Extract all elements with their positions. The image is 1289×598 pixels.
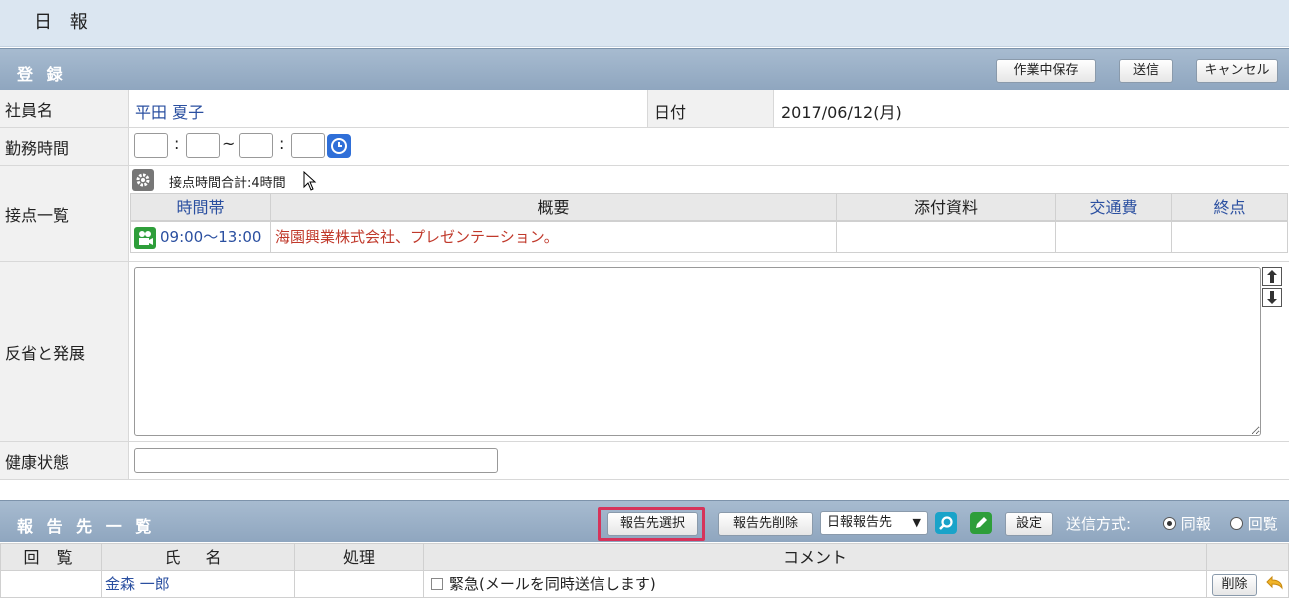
target-name[interactable]: 金森 一郎: [105, 569, 170, 598]
save-draft-button[interactable]: 作業中保存: [996, 59, 1096, 83]
contacts-total: 接点時間合計:4時間: [169, 176, 286, 191]
start-hour-input[interactable]: [134, 133, 168, 158]
date-label: 日付: [654, 103, 687, 122]
report-targets-title: 報 告 先 一 覧: [17, 517, 156, 536]
health-label: 健康状態: [0, 442, 128, 480]
contact-summary[interactable]: 海園興業株式会社、プレゼンテーション。: [275, 222, 559, 252]
reflection-textarea[interactable]: [134, 267, 1261, 436]
col-actions: [1206, 543, 1289, 571]
table-row-process: [294, 570, 424, 598]
title-bar: 日 報: [0, 0, 1289, 47]
radio-broadcast-label: 同報: [1180, 515, 1211, 533]
reflection-label: 反省と発展: [0, 262, 128, 442]
delete-row-button[interactable]: 削除: [1212, 574, 1257, 596]
report-targets-header: 報 告 先 一 覧 報告先選択 報告先削除 日報報告先 ▼ 設定 送信方式: 同…: [0, 500, 1289, 542]
employee-row: 平田 夏子 日付 2017/06/12(月): [128, 90, 1289, 128]
registration-title: 登 録: [17, 65, 67, 84]
camera-icon: [134, 227, 156, 249]
urgent-label: 緊急(メールを同時送信します): [449, 575, 656, 593]
employee-label: 社員名: [0, 90, 128, 128]
registration-header: 登 録 作業中保存 送信 キャンセル: [0, 48, 1289, 90]
col-attachments: 添付資料: [836, 193, 1056, 221]
cancel-button[interactable]: キャンセル: [1196, 59, 1278, 83]
radio-circulate[interactable]: 回覧: [1230, 513, 1278, 534]
send-method-label: 送信方式:: [1066, 515, 1132, 533]
health-row: [128, 442, 1289, 480]
dropdown-arrow-icon: ▼: [912, 516, 921, 529]
urgent-checkbox[interactable]: [431, 578, 443, 590]
mouse-cursor: [303, 170, 317, 195]
contact-time[interactable]: 09:00～13:00: [160, 222, 261, 252]
table-row-actions: 削除: [1206, 570, 1289, 598]
table-row-summary: 海園興業株式会社、プレゼンテーション。: [270, 221, 837, 253]
reflection-row: [128, 262, 1289, 442]
radio-unselected-icon: [1230, 517, 1243, 530]
start-minute-input[interactable]: [186, 133, 220, 158]
employee-name: 平田 夏子: [135, 103, 205, 122]
col-fare[interactable]: 交通費: [1055, 193, 1172, 221]
table-row-circulate: [0, 570, 102, 598]
time-colon: :: [279, 134, 285, 153]
radio-circulate-label: 回覧: [1247, 515, 1278, 533]
radio-broadcast[interactable]: 同報: [1163, 513, 1211, 534]
target-group-select[interactable]: 日報報告先 ▼: [820, 511, 928, 535]
col-process: 処理: [294, 543, 424, 571]
table-row-name: 金森 一郎: [101, 570, 295, 598]
table-row-comment: 緊急(メールを同時送信します): [423, 570, 1207, 598]
undo-icon[interactable]: [1263, 574, 1285, 598]
col-comment: コメント: [423, 543, 1207, 571]
col-end[interactable]: 終点: [1171, 193, 1288, 221]
table-row-attachments: [836, 221, 1056, 253]
collapse-icon[interactable]: [1262, 288, 1282, 307]
end-hour-input[interactable]: [239, 133, 273, 158]
select-target-button[interactable]: 報告先選択: [607, 512, 698, 536]
col-time[interactable]: 時間帯: [130, 193, 271, 221]
date-label-cell: 日付: [647, 90, 774, 127]
contacts-row: 接点時間合計:4時間 時間帯 概要 添付資料 交通費 終点 09:00～13:0…: [128, 166, 1289, 262]
edit-pencil-icon[interactable]: [970, 512, 992, 534]
gear-icon[interactable]: [132, 169, 154, 191]
table-row-fare: [1055, 221, 1172, 253]
delete-target-button[interactable]: 報告先削除: [718, 512, 813, 536]
contacts-label: 接点一覧: [0, 166, 128, 262]
search-icon[interactable]: [935, 512, 957, 534]
target-group-value: 日報報告先: [827, 515, 893, 530]
col-summary: 概要: [270, 193, 837, 221]
page-title: 日 報: [34, 12, 94, 33]
col-circulate: 回 覧: [0, 543, 102, 571]
settings-button[interactable]: 設定: [1005, 512, 1053, 536]
table-row-time: 09:00～13:00: [130, 221, 271, 253]
table-row-end: [1171, 221, 1288, 253]
expand-icon[interactable]: [1262, 267, 1282, 286]
time-colon: :: [174, 134, 180, 153]
col-name: 氏 名: [101, 543, 295, 571]
date-value: 2017/06/12(月): [781, 103, 902, 122]
send-button[interactable]: 送信: [1119, 59, 1173, 83]
worktime-row: : ~ :: [128, 128, 1289, 166]
clock-icon[interactable]: [327, 134, 351, 158]
worktime-label: 勤務時間: [0, 128, 128, 166]
time-tilde: ~: [222, 134, 236, 153]
radio-selected-icon: [1163, 517, 1176, 530]
health-input[interactable]: [134, 448, 498, 473]
end-minute-input[interactable]: [291, 133, 325, 158]
